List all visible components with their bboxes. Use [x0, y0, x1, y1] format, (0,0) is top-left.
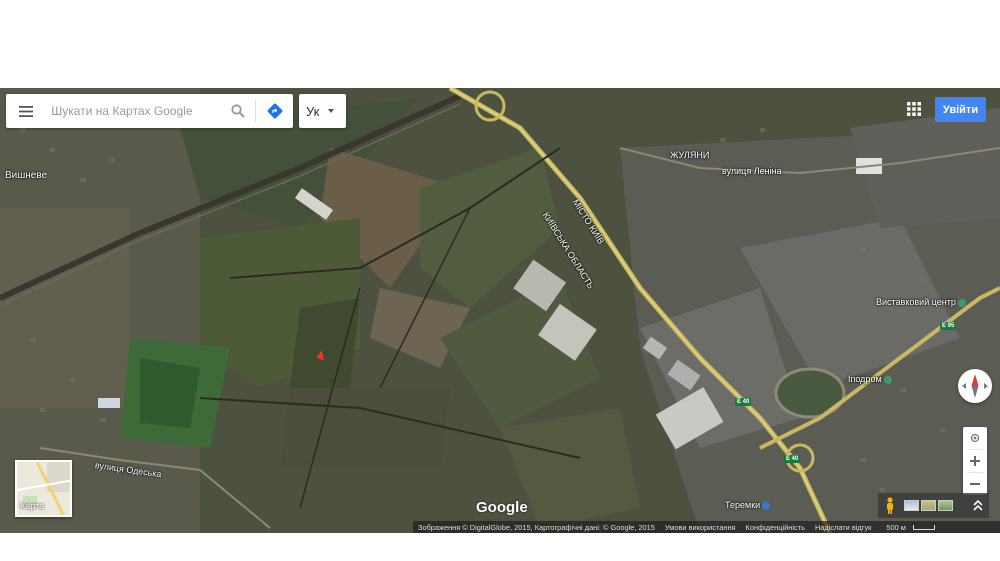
my-location-button[interactable] — [963, 427, 987, 449]
search-input[interactable] — [51, 96, 224, 126]
search-box — [6, 94, 293, 128]
map-type-toggle[interactable]: Карта — [15, 460, 72, 517]
route-shield-e95: E 95 — [940, 322, 957, 330]
bottom-controls — [878, 493, 989, 518]
zoom-out-icon — [970, 483, 980, 485]
search-button[interactable] — [223, 94, 252, 128]
language-label: Ук — [306, 103, 320, 119]
attribution-bar: Зображення © DigitalGlobe, 2015, Картогр… — [413, 521, 1000, 533]
terms-link[interactable]: Умови використання — [660, 523, 741, 532]
privacy-link[interactable]: Конфіденційність — [741, 523, 810, 532]
scale-label: 500 м — [886, 522, 906, 532]
zoom-in-icon — [970, 456, 980, 466]
route-shield-e40: E 40 — [784, 455, 801, 463]
search-icon — [231, 104, 245, 118]
map-type-label: Карта — [20, 501, 45, 511]
metro-icon — [762, 501, 771, 510]
page: Вишневе ЖУЛЯНИ вулиця Леніна МІСТО КИЇВ … — [0, 0, 1000, 561]
divider — [254, 100, 256, 122]
route-shield-e40: E 40 — [735, 398, 752, 406]
expand-icon — [973, 500, 983, 511]
map-label-hippodrome[interactable]: Іподром — [848, 374, 892, 384]
map-controls — [963, 427, 987, 495]
exhibition-center-label: Виставковий центр — [876, 297, 956, 307]
zoom-out-button[interactable] — [963, 473, 987, 495]
scale-indicator[interactable]: 500 м — [876, 523, 939, 532]
satellite-imagery — [0, 88, 1000, 533]
teremky-label: Теремки — [725, 500, 761, 510]
compass-icon — [962, 374, 988, 398]
compass-button[interactable] — [958, 369, 992, 403]
map-label-lenina-street: вулиця Леніна — [722, 166, 782, 176]
zoom-in-button[interactable] — [963, 450, 987, 472]
terrain-layer-thumb[interactable] — [921, 500, 936, 511]
map-label-zhuliany: ЖУЛЯНИ — [670, 150, 710, 160]
google-logo: Google — [476, 499, 528, 516]
chevron-down-icon — [328, 109, 335, 113]
language-selector[interactable]: Ук — [299, 94, 346, 128]
imagery-layer-thumb[interactable] — [904, 500, 919, 511]
menu-button[interactable] — [6, 94, 45, 128]
directions-button[interactable] — [258, 94, 293, 128]
hippodrome-label: Іподром — [848, 374, 882, 384]
map-label-teremky[interactable]: Теремки — [725, 500, 771, 510]
poi-icon — [957, 298, 966, 307]
map-label-exhibition-center[interactable]: Виставковий центр — [876, 297, 966, 307]
my-location-icon — [970, 433, 980, 443]
directions-icon — [267, 103, 283, 119]
expand-button[interactable] — [967, 493, 989, 518]
scale-bar — [912, 525, 935, 531]
menu-icon — [18, 105, 33, 117]
apps-grid-icon[interactable] — [906, 101, 922, 117]
earth-layer-thumb[interactable] — [938, 500, 953, 511]
imagery-attribution: Зображення © DigitalGlobe, 2015, Картогр… — [418, 522, 655, 532]
satellite-map[interactable] — [0, 88, 1000, 533]
pegman-icon — [887, 497, 893, 514]
street-view-button[interactable] — [878, 493, 902, 518]
map-label-vyshneve: Вишневе — [5, 170, 48, 181]
signin-button[interactable]: Увійти — [935, 97, 986, 122]
feedback-link[interactable]: Надіслати відгук — [810, 523, 876, 532]
poi-icon — [883, 375, 892, 384]
